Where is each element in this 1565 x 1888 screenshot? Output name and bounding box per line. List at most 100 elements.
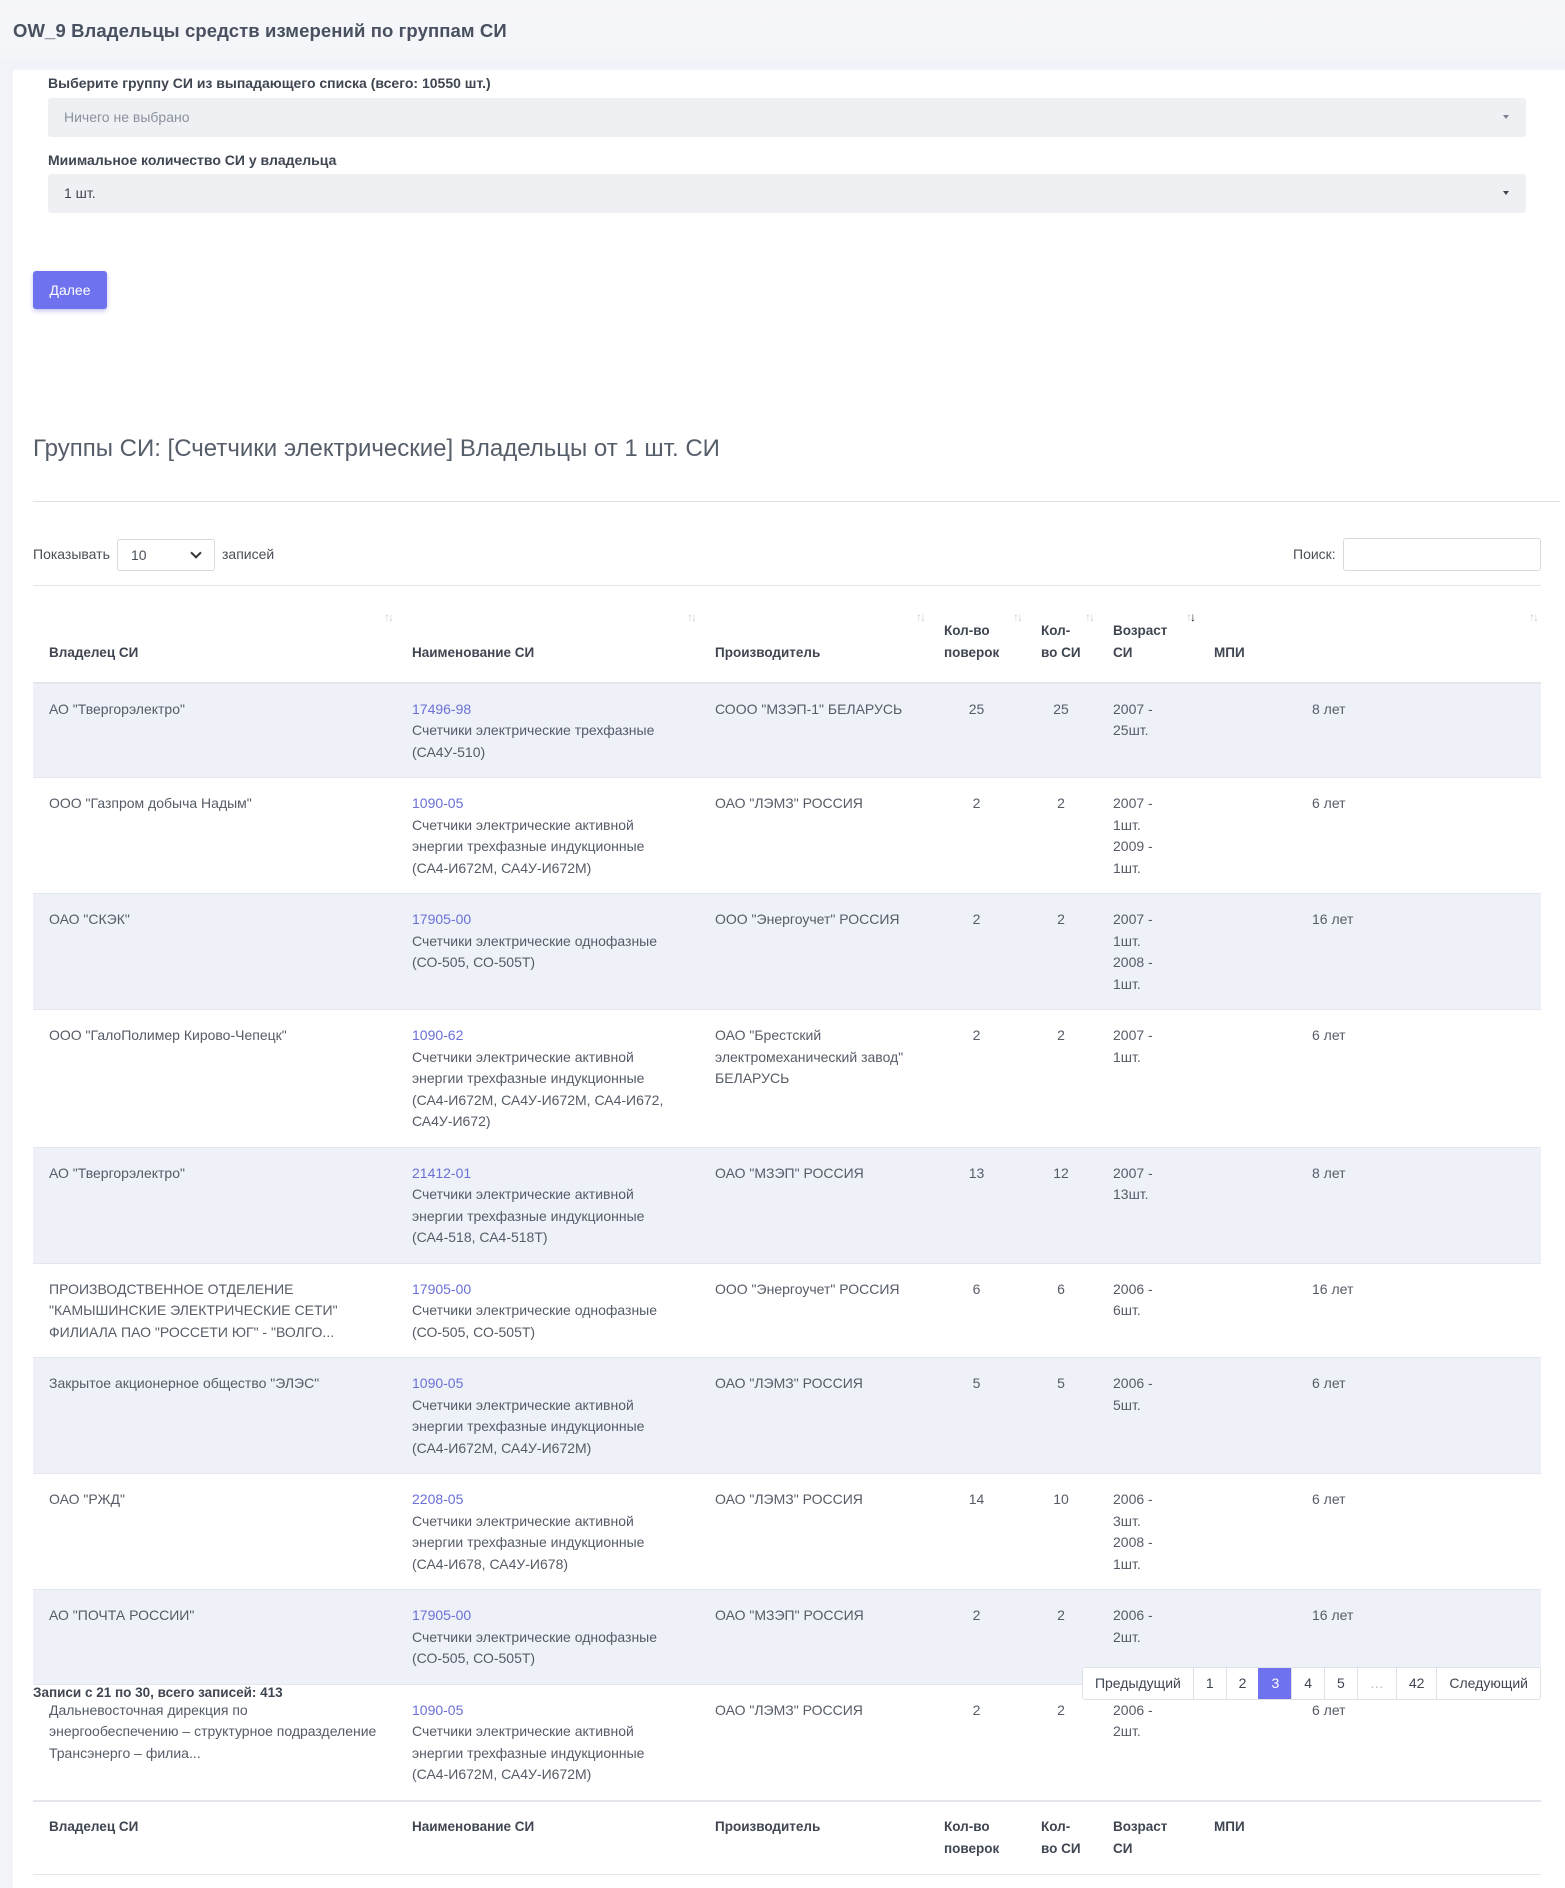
cell-count: 12 — [1025, 1146, 1097, 1263]
age-line: 2006 - 3шт. — [1113, 1491, 1153, 1529]
si-name: Счетчики электрические однофазные (СО-50… — [412, 1302, 658, 1340]
group-select[interactable]: Ничего не выбрано — [48, 98, 1526, 137]
cell-mpi: 16 лет — [1198, 893, 1541, 1010]
age-line: 2007 - 1шт. — [1113, 911, 1153, 949]
header-name[interactable]: Наименование СИ ↑↓ — [396, 585, 699, 684]
si-code-link[interactable]: 17905-00 — [412, 1279, 683, 1301]
header-age[interactable]: Возраст СИ ↑↓ — [1097, 585, 1198, 684]
pagination: Предыдущий 1 2 3 4 5… 42 Следующий — [1081, 1667, 1541, 1700]
footer-age: Возраст СИ — [1097, 1799, 1198, 1875]
cell-verifications: 2 — [928, 1683, 1025, 1801]
age-line: 2007 - 25шт. — [1113, 700, 1153, 739]
cell-maker: ОАО "ЛЭМЗ" РОССИЯ — [699, 1683, 928, 1801]
si-name: Счетчики электрические активной энергии … — [412, 1723, 645, 1782]
cell-mpi: 8 лет — [1198, 1146, 1541, 1263]
cell-owner: ООО "ГалоПолимер Кирово-Чепецк" — [33, 1009, 396, 1147]
header-verifications[interactable]: Кол-во поверок ↑↓ — [928, 585, 1025, 684]
prev-page-button[interactable]: Предыдущий — [1082, 1668, 1193, 1699]
page-button[interactable]: 2 — [1225, 1668, 1259, 1699]
age-line: 2006 - 2шт. — [1113, 1607, 1153, 1645]
si-code-link[interactable]: 17496-98 — [412, 699, 683, 721]
cell-age: 2006 - 6шт. — [1097, 1262, 1198, 1358]
header-maker[interactable]: Производитель ↑↓ — [699, 585, 928, 684]
cell-age: 2006 - 2шт. — [1097, 1683, 1198, 1801]
cell-maker: ОАО "Брестский электромеханический завод… — [699, 1009, 928, 1147]
group-select-label: Выберите группу СИ из выпадающего списка… — [48, 75, 491, 91]
sort-desc-icon: ↑↓ — [1186, 610, 1196, 624]
cell-verifications: 6 — [928, 1262, 1025, 1358]
length-suffix: записей — [222, 546, 275, 562]
page-length-select[interactable]: 10 — [117, 539, 215, 571]
age-line: 2006 - 2шт. — [1113, 1701, 1153, 1740]
page-button[interactable]: 3 — [1258, 1668, 1292, 1699]
age-line: 2007 - 1шт. — [1113, 795, 1153, 833]
table-row: ОАО "РЖД" 2208-05 Счетчики электрические а… — [33, 1473, 1541, 1590]
cell-count: 25 — [1025, 682, 1097, 778]
sort-icon: ↑↓ — [384, 610, 394, 624]
si-code-link[interactable]: 1090-05 — [412, 1700, 683, 1722]
pagination-ellipsis: … — [1356, 1668, 1396, 1699]
cell-verifications: 25 — [928, 682, 1025, 778]
cell-age: 2007 - 1шт. — [1097, 1009, 1198, 1147]
cell-age: 2006 - 5шт. — [1097, 1357, 1198, 1474]
cell-owner: АО "Твергорэлектро" — [33, 1146, 396, 1263]
age-line: 2006 - 6шт. — [1113, 1280, 1153, 1319]
page-button[interactable]: 4 — [1291, 1668, 1325, 1699]
search-input[interactable] — [1343, 538, 1541, 571]
next-page-button[interactable]: Следующий — [1436, 1668, 1540, 1699]
si-code-link[interactable]: 17905-00 — [412, 1605, 683, 1627]
age-line: 2006 - 5шт. — [1113, 1375, 1153, 1413]
cell-age: 2007 - 13шт. — [1097, 1146, 1198, 1263]
table-header-row: Владелец СИ ↑↓ Наименование СИ ↑↓ Производ… — [33, 585, 1541, 684]
si-name: Счетчики электрические однофазные (СО-50… — [412, 1628, 658, 1667]
footer-count: Кол-во СИ — [1025, 1799, 1097, 1875]
footer-name: Наименование СИ — [396, 1799, 699, 1875]
age-line: 2007 - 1шт. — [1113, 1027, 1153, 1065]
si-code-link[interactable]: 2208-05 — [412, 1489, 683, 1511]
next-button[interactable]: Далее — [33, 271, 107, 309]
si-name: Счетчики электрические активной энергии … — [412, 816, 645, 876]
header-owner[interactable]: Владелец СИ ↑↓ — [33, 585, 396, 684]
page-title: OW_9 Владельцы средств измерений по груп… — [13, 20, 507, 41]
cell-maker: ООО "Энергоучет" РОССИЯ — [699, 893, 928, 1010]
cell-mpi: 16 лет — [1198, 1262, 1541, 1358]
si-code-link[interactable]: 1090-62 — [412, 1025, 683, 1047]
cell-owner: АО "ПОЧТА РОССИИ" — [33, 1589, 396, 1684]
cell-name: 1090-62 Счетчики электрические активной э… — [396, 1009, 699, 1147]
cell-verifications: 14 — [928, 1473, 1025, 1590]
si-code-link[interactable]: 21412-01 — [412, 1163, 683, 1185]
cell-count: 2 — [1025, 777, 1097, 894]
cell-name: 17496-98 Счетчики электрические трехфазны… — [396, 682, 699, 778]
si-code-link[interactable]: 1090-05 — [412, 793, 683, 815]
cell-name: 1090-05 Счетчики электрические активной э… — [396, 1683, 699, 1801]
page-button[interactable]: 1 — [1192, 1668, 1226, 1699]
footer-verifications: Кол-во поверок — [928, 1799, 1025, 1875]
cell-count: 6 — [1025, 1262, 1097, 1358]
min-count-value: 1 шт. — [64, 185, 96, 201]
page-button[interactable]: 42 — [1395, 1668, 1437, 1699]
age-line: 2009 - 1шт. — [1113, 838, 1153, 876]
page-header: OW_9 Владельцы средств измерений по груп… — [0, 0, 1565, 60]
page-length-value: 10 — [131, 547, 147, 563]
cell-verifications: 2 — [928, 777, 1025, 894]
si-code-link[interactable]: 17905-00 — [412, 909, 683, 931]
sort-icon: ↑↓ — [1085, 610, 1095, 624]
si-code-link[interactable]: 1090-05 — [412, 1373, 683, 1395]
si-name: Счетчики электрические активной энергии … — [412, 1048, 664, 1130]
cell-mpi: 6 лет — [1198, 777, 1541, 894]
section-title: Группы СИ: [Счетчики электрические] Влад… — [33, 435, 720, 462]
age-line: 2008 - 1шт. — [1113, 954, 1153, 992]
main-card: Выберите группу СИ из выпадающего списка… — [13, 70, 1565, 1888]
min-count-select[interactable]: 1 шт. — [48, 174, 1526, 213]
sort-icon: ↑↓ — [916, 610, 926, 624]
header-count[interactable]: Кол-во СИ ↑↓ — [1025, 585, 1097, 684]
cell-mpi: 6 лет — [1198, 1357, 1541, 1474]
page-button[interactable]: 5 — [1324, 1668, 1357, 1699]
cell-age: 2007 - 1шт. 2008 - 1шт. — [1097, 893, 1198, 1010]
cell-verifications: 13 — [928, 1146, 1025, 1263]
search-label: Поиск: — [1293, 546, 1336, 562]
caret-down-icon — [1503, 191, 1509, 195]
header-mpi[interactable]: МПИ ↑↓ — [1198, 585, 1541, 684]
cell-maker: ОАО "МЗЭП" РОССИЯ — [699, 1589, 928, 1684]
divider — [33, 501, 1560, 502]
